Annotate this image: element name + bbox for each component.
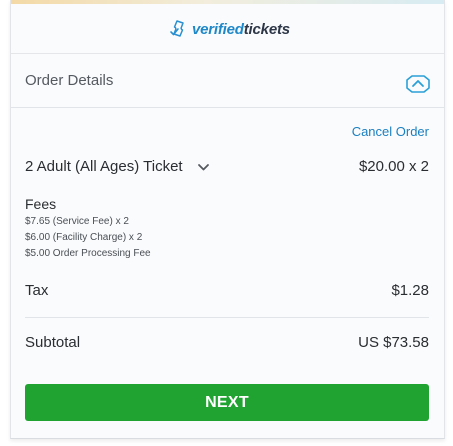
chevron-up-icon[interactable] — [405, 73, 431, 95]
fees-title: Fees — [25, 196, 57, 212]
brand-name-tickets: tickets — [243, 20, 290, 38]
tax-row: Tax $1.28 — [25, 282, 429, 300]
chevron-down-icon[interactable] — [197, 161, 210, 174]
subtotal-label: Subtotal — [25, 334, 81, 351]
tax-label: Tax — [25, 282, 49, 299]
ticket-check-icon — [170, 20, 184, 37]
fee-line-service: $7.65 (Service Fee) x 2 — [25, 216, 129, 227]
next-button[interactable]: NEXT — [25, 384, 429, 421]
order-card: verifiedtickets Order Details Cancel Ord… — [10, 0, 445, 439]
brand-name-verified: verified — [192, 20, 244, 38]
fees-section: Fees $7.65 (Service Fee) x 2 $6.00 (Faci… — [25, 196, 151, 262]
cancel-order-link[interactable]: Cancel Order — [352, 124, 429, 139]
ticket-price: $20.00 x 2 — [358, 158, 429, 175]
subtotal-value: US $73.58 — [358, 334, 429, 351]
brand-name: verifiedtickets — [192, 21, 290, 38]
ticket-row: 2 Adult (All Ages) Ticket $20.00 x 2 — [25, 158, 429, 178]
order-details-title: Order Details — [25, 72, 114, 89]
order-details-header[interactable]: Order Details — [11, 54, 444, 108]
fee-line-processing: $5.00 Order Processing Fee — [25, 248, 151, 259]
divider — [25, 317, 429, 318]
brand-header: verifiedtickets — [11, 4, 444, 54]
brand-logo: verifiedtickets — [169, 18, 290, 40]
tax-value: $1.28 — [391, 282, 429, 299]
subtotal-row: Subtotal US $73.58 — [25, 334, 429, 352]
fee-line-facility: $6.00 (Facility Charge) x 2 — [25, 232, 143, 243]
ticket-type-label[interactable]: 2 Adult (All Ages) Ticket — [25, 158, 183, 175]
